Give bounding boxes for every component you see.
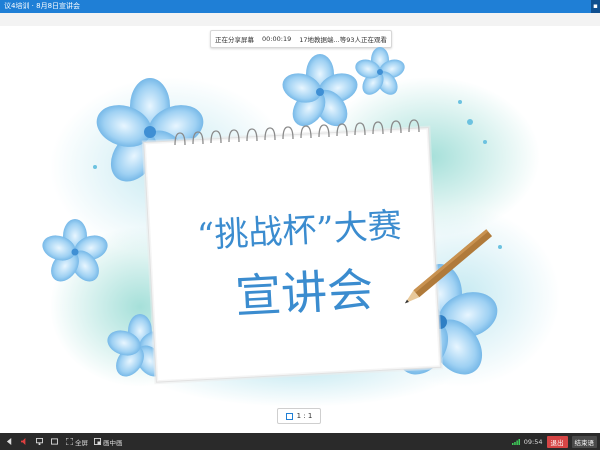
fullscreen-icon	[66, 438, 73, 445]
picture-in-picture-icon	[94, 438, 101, 445]
end-button[interactable]: 结束语	[571, 435, 597, 448]
fullscreen-label: 全屏	[75, 438, 88, 447]
slides-icon	[51, 438, 58, 445]
zoom-control[interactable]: 1 : 1	[277, 408, 321, 424]
speaker-muted-icon	[21, 438, 26, 445]
zoom-label: 1 : 1	[296, 412, 313, 420]
pip-button[interactable]: 画中画	[94, 437, 123, 447]
exit-button[interactable]: 退出	[546, 435, 568, 448]
slide-artwork: “挑战杯”大赛 宣讲会	[42, 47, 560, 407]
clock-time: 09:54	[523, 437, 543, 446]
back-button[interactable]	[6, 438, 15, 445]
title-bar: 议4培训 · 8月8日宣讲会 ▪	[0, 0, 600, 13]
sharing-label: 正在分享屏幕	[215, 36, 254, 44]
screen-button[interactable]	[36, 438, 45, 445]
window-corner-button[interactable]: ▪	[591, 0, 600, 13]
sharing-timer: 00:00:19	[262, 35, 292, 43]
shared-slide: “挑战杯”大赛 宣讲会	[0, 47, 600, 409]
bottom-toolbar: 全屏 画中画 09:54 退出 结束语	[0, 433, 600, 450]
notepad	[141, 125, 444, 385]
slide-title-line2: 宣讲会	[234, 262, 375, 323]
viewer-count: 17地教据端...等93人正在观看	[299, 36, 387, 44]
fullscreen-button[interactable]: 全屏	[66, 437, 88, 447]
window-title: 议4培训 · 8月8日宣讲会	[4, 2, 81, 10]
sharing-status: 正在分享屏幕 00:00:19 17地教据端...等93人正在观看	[210, 30, 392, 48]
pip-label: 画中画	[103, 438, 123, 447]
mute-button[interactable]	[21, 438, 30, 445]
content-top-strip	[0, 13, 600, 26]
monitor-icon	[36, 438, 43, 445]
fit-screen-icon	[285, 412, 293, 420]
back-arrow-icon	[6, 438, 12, 445]
signal-icon	[511, 438, 520, 445]
slides-button[interactable]	[51, 438, 60, 445]
